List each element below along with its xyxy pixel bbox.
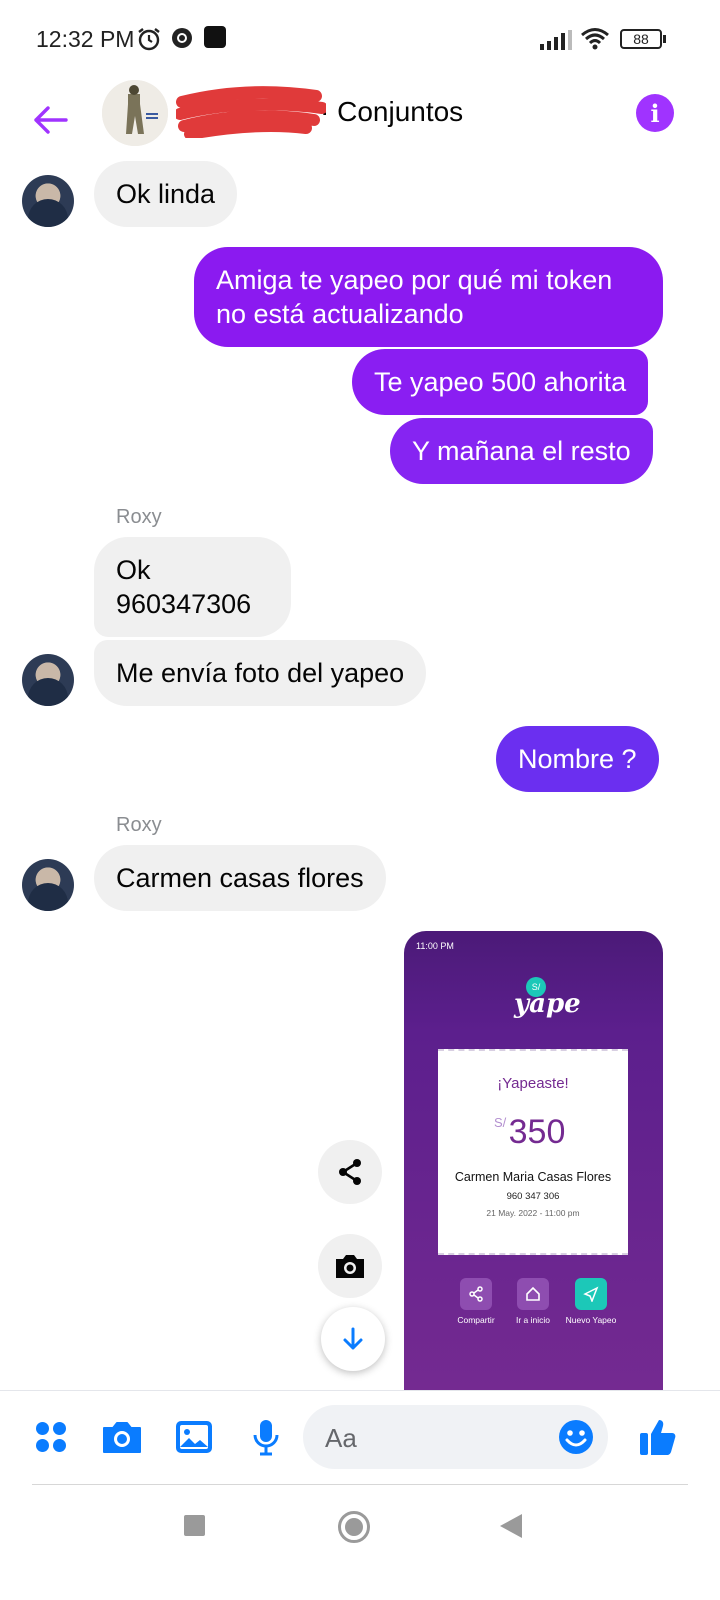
more-actions-button[interactable] — [29, 1415, 73, 1459]
home-button[interactable] — [338, 1511, 370, 1543]
message-input-placeholder: Aa — [325, 1423, 357, 1453]
receipt-card: ¡Yapeaste! S/ 350 Carmen Maria Casas Flo… — [438, 1049, 628, 1255]
sender-name: Roxy — [116, 506, 162, 528]
contact-avatar[interactable] — [102, 80, 168, 146]
receipt-phone: 960 347 306 — [506, 1191, 560, 1202]
camera-button[interactable] — [318, 1234, 382, 1298]
message-input[interactable]: Aa — [303, 1405, 608, 1469]
battery-icon: 88 — [620, 29, 662, 49]
scroll-down-button[interactable] — [321, 1307, 385, 1371]
message-outgoing[interactable]: Amiga te yapeo por qué mi token no está … — [194, 247, 663, 347]
info-button[interactable]: i — [636, 94, 674, 132]
back-button[interactable] — [26, 96, 74, 144]
status-time: 12:32 PM — [36, 26, 135, 52]
contact-avatar-small[interactable] — [22, 859, 74, 911]
back-nav-button[interactable] — [500, 1514, 522, 1538]
receipt-date: 21 May. 2022 - 11:00 pm — [486, 1208, 580, 1218]
chrome-icon — [172, 28, 192, 48]
message-incoming[interactable]: Carmen casas flores — [94, 845, 386, 911]
menu-dots-icon — [36, 1422, 66, 1452]
yape-receipt-image[interactable]: 11:00 PM S/ yape ¡Yapeaste! S/ 350 Carme… — [404, 931, 663, 1391]
microphone-icon — [253, 1420, 279, 1456]
chat-title-text: · Conjuntos — [320, 96, 464, 127]
message-composer: Aa — [0, 1390, 720, 1486]
scroll-down-icon — [343, 1327, 363, 1350]
receipt-share-button — [460, 1278, 492, 1310]
yape-logo: yape — [514, 989, 581, 1019]
share-icon — [469, 1286, 483, 1302]
camera-icon — [103, 1422, 141, 1453]
arrow-left-icon — [34, 106, 68, 134]
receipt-title: ¡Yapeaste! — [497, 1075, 569, 1092]
like-icon — [640, 1420, 676, 1455]
send-icon — [583, 1286, 599, 1302]
receipt-amount: 350 — [508, 1113, 566, 1151]
message-incoming[interactable]: Ok linda — [94, 161, 238, 227]
avatar-image — [102, 80, 168, 146]
home-icon — [526, 1286, 540, 1301]
info-icon: i — [650, 98, 660, 128]
status-bar: 12:32 PM 88 — [0, 0, 720, 80]
redaction-scribble — [176, 86, 326, 138]
chat-header: · Conjuntos i — [0, 80, 720, 160]
receipt-status-time: 11:00 PM — [416, 941, 454, 951]
emoji-icon[interactable] — [558, 1419, 594, 1455]
divider — [32, 1484, 688, 1485]
camera-icon — [336, 1255, 364, 1278]
battery-level: 88 — [633, 31, 649, 47]
receipt-recipient: Carmen Maria Casas Flores — [454, 1170, 612, 1184]
share-button[interactable] — [318, 1140, 382, 1204]
battery-tip — [663, 35, 666, 43]
sender-name: Roxy — [116, 814, 162, 836]
wifi-icon — [581, 28, 609, 50]
signal-icon — [540, 30, 572, 50]
receipt-action-label: Nuevo Yapeo — [565, 1315, 617, 1325]
message-outgoing[interactable]: Y mañana el resto — [390, 418, 653, 484]
gallery-icon — [176, 1421, 212, 1453]
share-icon — [339, 1159, 361, 1185]
recents-button[interactable] — [184, 1515, 205, 1536]
gallery-button[interactable] — [172, 1415, 216, 1459]
message-outgoing[interactable]: Te yapeo 500 ahorita — [352, 349, 649, 415]
app-square-icon — [204, 26, 226, 48]
contact-avatar-small[interactable] — [22, 654, 74, 706]
message-incoming[interactable]: Ok 960347306 — [94, 537, 291, 637]
composer-camera-button[interactable] — [100, 1415, 144, 1459]
message-outgoing[interactable]: Nombre ? — [496, 726, 659, 792]
receipt-new-button — [575, 1278, 607, 1310]
message-incoming[interactable]: Me envía foto del yapeo — [94, 640, 427, 706]
like-button[interactable] — [636, 1415, 680, 1459]
contact-avatar-small[interactable] — [22, 175, 74, 227]
alarm-icon — [138, 28, 160, 51]
microphone-button[interactable] — [244, 1415, 288, 1459]
receipt-home-button — [517, 1278, 549, 1310]
